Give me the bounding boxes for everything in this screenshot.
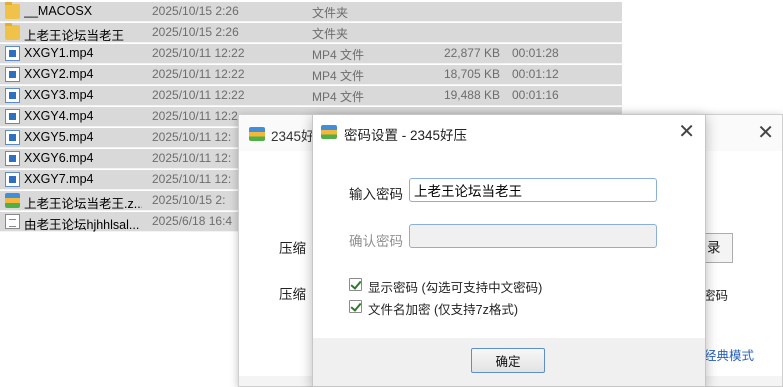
file-name: XXGY3.mp4	[24, 88, 94, 102]
password-dialog-titlebar: 密码设置 - 2345好压 ✕	[313, 115, 705, 149]
file-date: 2025/10/11 12:2	[152, 109, 238, 123]
file-size: 18,705 KB	[443, 67, 500, 81]
password-input[interactable]	[409, 178, 657, 202]
password-dialog: 密码设置 - 2345好压 ✕ 输入密码 确认密码 显示密码 (勾选可支持中文密…	[312, 114, 706, 387]
file-duration: 00:01:12	[512, 67, 559, 81]
encrypt-filenames-checkbox[interactable]	[349, 300, 362, 313]
folder-icon	[5, 23, 20, 40]
video-file-icon	[5, 88, 20, 103]
folder-icon	[5, 2, 20, 19]
file-duration: 00:01:28	[512, 46, 559, 60]
file-name: XXGY2.mp4	[24, 67, 94, 81]
file-date: 2025/10/15 2:	[152, 193, 226, 207]
classic-mode-link[interactable]: 经典模式	[704, 345, 754, 364]
file-name: 上老王论坛当老王	[24, 29, 125, 43]
file-name: XXGY5.mp4	[24, 130, 94, 144]
encrypt-filenames-label: 文件名加密 (仅支持7z格式)	[368, 303, 519, 317]
video-file-icon	[5, 172, 20, 187]
file-date: 2025/6/18 16:4	[152, 214, 233, 228]
file-name: XXGY1.mp4	[24, 46, 94, 60]
file-name: XXGY4.mp4	[24, 109, 94, 123]
file-type: MP4 文件	[312, 90, 365, 104]
file-date: 2025/10/15 2:26	[152, 4, 239, 18]
file-name: XXGY6.mp4	[24, 151, 94, 165]
file-name: 上老王论坛当老王.z...	[24, 197, 142, 211]
file-date: 2025/10/11 12:22	[152, 46, 245, 60]
video-file-icon	[5, 46, 20, 61]
file-row[interactable]: XXGY2.mp4 2025/10/11 12:22 MP4 文件 18,705 KB…	[0, 65, 622, 85]
video-file-icon	[5, 67, 20, 82]
ok-button[interactable]: 确定	[471, 348, 545, 373]
file-date: 2025/10/11 12:	[152, 151, 232, 165]
file-row[interactable]: XXGY1.mp4 2025/10/11 12:22 MP4 文件 22,877 KB…	[0, 44, 622, 64]
file-type: 文件夹	[312, 27, 349, 41]
file-name: 由老王论坛hjhhlsal...	[24, 218, 140, 232]
haozip-logo-icon	[249, 127, 265, 141]
file-row[interactable]: __MACOSX 2025/10/15 2:26 文件夹	[0, 2, 622, 22]
video-file-icon	[5, 109, 20, 124]
file-size: 19,488 KB	[443, 88, 500, 102]
video-file-icon	[5, 130, 20, 145]
video-file-icon	[5, 151, 20, 166]
file-row[interactable]: XXGY3.mp4 2025/10/11 12:22 MP4 文件 19,488 KB…	[0, 86, 622, 106]
file-type: 文件夹	[312, 6, 349, 20]
file-size: 22,877 KB	[443, 46, 500, 60]
file-date: 2025/10/11 12:	[152, 172, 232, 186]
file-date: 2025/10/11 12:	[152, 130, 232, 144]
compress-label-2: 压缩	[279, 287, 306, 302]
file-duration: 00:01:16	[512, 88, 559, 102]
confirm-password-input[interactable]	[409, 224, 657, 248]
confirm-password-label: 确认密码	[349, 234, 403, 249]
file-name: XXGY7.mp4	[24, 172, 94, 186]
password-setting-link[interactable]: 密码	[703, 285, 728, 304]
text-file-icon	[5, 214, 20, 229]
haozip-logo-icon	[321, 125, 337, 139]
file-date: 2025/10/11 12:22	[152, 88, 245, 102]
compress-window-close-icon[interactable]: ✕	[757, 120, 774, 145]
zip-archive-icon	[5, 193, 20, 208]
file-date: 2025/10/11 12:22	[152, 67, 245, 81]
file-type: MP4 文件	[312, 69, 365, 83]
file-date: 2025/10/15 2:26	[152, 25, 239, 39]
password-dialog-footer: 确定	[313, 338, 705, 386]
password-label: 输入密码	[349, 187, 403, 202]
file-type: MP4 文件	[312, 48, 365, 62]
compress-window-title: 2345好	[271, 129, 315, 144]
password-dialog-close-icon[interactable]: ✕	[678, 119, 695, 144]
file-name: __MACOSX	[24, 4, 93, 18]
show-password-checkbox[interactable]	[349, 278, 362, 291]
compress-label-1: 压缩	[279, 241, 306, 256]
show-password-label: 显示密码 (勾选可支持中文密码)	[368, 281, 543, 295]
file-row[interactable]: 上老王论坛当老王 2025/10/15 2:26 文件夹	[0, 23, 622, 43]
password-dialog-title: 密码设置 - 2345好压	[344, 128, 468, 143]
